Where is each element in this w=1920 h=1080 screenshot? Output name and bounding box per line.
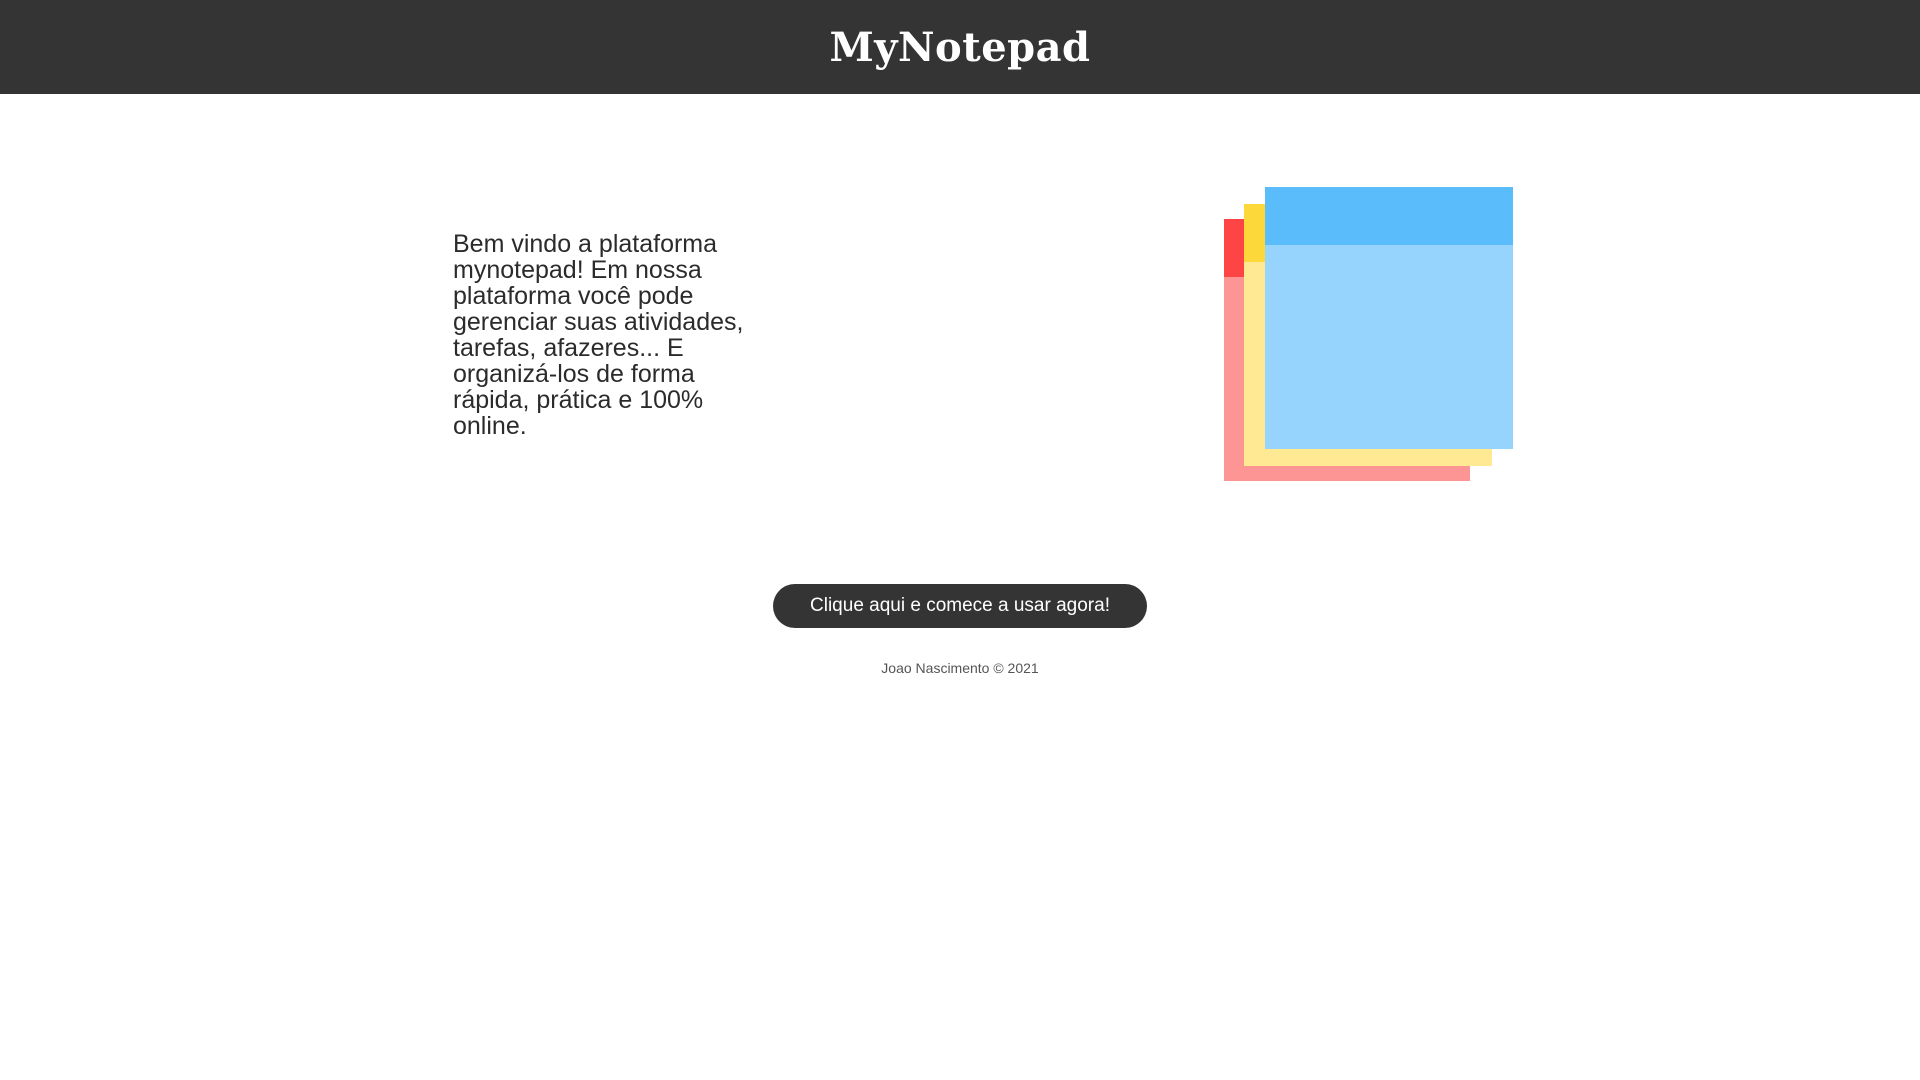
sticky-note-band <box>1265 187 1513 245</box>
get-started-button[interactable]: Clique aqui e comece a usar agora! <box>773 584 1147 628</box>
sticky-notes-icon <box>1222 187 1513 482</box>
sticky-note-blue <box>1265 187 1513 449</box>
brand-logo: MyNotepad <box>829 23 1091 71</box>
app-header: MyNotepad <box>0 0 1920 94</box>
intro-text: Bem vindo a plataforma mynotepad! Em nos… <box>453 230 744 440</box>
footer-copyright: Joao Nascimento © 2021 <box>881 660 1039 676</box>
